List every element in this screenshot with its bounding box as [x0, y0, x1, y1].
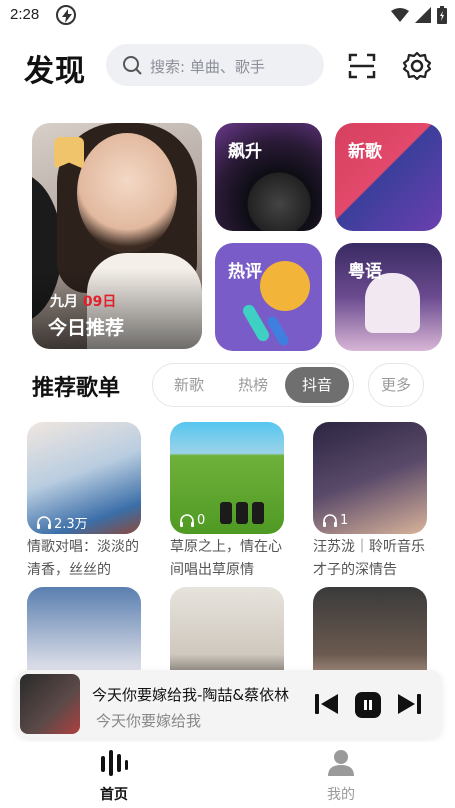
cantonese-label: 粤语 [348, 262, 382, 282]
horse-shape [252, 502, 264, 524]
rising-chart-card[interactable]: 飙升 [215, 123, 322, 231]
play-count: 1 [323, 513, 348, 528]
music-bars-icon [101, 750, 128, 776]
signal-icon [415, 7, 431, 23]
nav-home[interactable]: 首页 [74, 748, 154, 804]
play-count-value: 0 [197, 513, 206, 528]
playlist-title: 草原之上，情在心间唱出草原情 [170, 539, 282, 578]
date-month: 九月 [50, 294, 78, 310]
bar-decoration [265, 314, 291, 348]
now-playing-cover [20, 674, 80, 734]
rising-label: 飙升 [228, 142, 262, 162]
hot-reviews-label: 热评 [228, 262, 262, 282]
nav-mine-label: 我的 [327, 787, 355, 803]
page-title: 发现 [24, 54, 86, 89]
horse-shape [220, 502, 232, 524]
status-time: 2:28 [10, 6, 40, 23]
cover-art [365, 273, 420, 333]
date-day: 09日 [82, 294, 117, 310]
more-button[interactable]: 更多 [368, 363, 424, 407]
pause-icon[interactable] [355, 692, 381, 718]
battery-saver-icon [56, 5, 76, 25]
new-songs-label: 新歌 [348, 142, 382, 162]
nav-mine[interactable]: 我的 [301, 748, 381, 804]
playlist-tabs: 新歌 热榜 抖音 [152, 363, 354, 407]
scan-icon[interactable] [348, 52, 376, 80]
tab-hot-list[interactable]: 热榜 [221, 367, 285, 403]
section-title: 推荐歌单 [32, 376, 121, 401]
cover-face [77, 133, 177, 253]
daily-title: 今日推荐 [48, 317, 125, 339]
battery-icon [437, 6, 447, 24]
headphones-icon [37, 516, 51, 529]
new-songs-card[interactable]: 新歌 [335, 123, 442, 231]
search-bar[interactable]: 搜索: 单曲、歌手 [106, 44, 324, 86]
header: 发现 搜索: 单曲、歌手 [0, 40, 455, 92]
search-placeholder: 搜索: 单曲、歌手 [150, 58, 265, 76]
user-icon [328, 750, 354, 776]
now-playing-lyric: 今天你要嫁给我 [96, 712, 202, 730]
mini-player[interactable]: 今天你要嫁给我-陶喆&蔡依林 今天你要嫁给我 [16, 670, 442, 738]
play-count: 0 [180, 513, 205, 528]
tab-douyin[interactable]: 抖音 [285, 367, 349, 403]
tab-new-songs[interactable]: 新歌 [157, 367, 221, 403]
playlist-title: 汪苏泷｜聆听音乐才子的深情告 [313, 539, 425, 578]
horse-shape [236, 502, 248, 524]
bottom-nav: 首页 我的 [0, 742, 455, 808]
previous-track-icon[interactable] [314, 692, 340, 716]
next-track-icon[interactable] [396, 692, 422, 716]
play-count-value: 1 [340, 513, 349, 528]
cantonese-card[interactable]: 粤语 [335, 243, 442, 351]
sun-decoration [260, 261, 310, 311]
daily-date: 九月 09日 [50, 291, 116, 311]
search-icon [123, 56, 142, 75]
nav-home-label: 首页 [100, 787, 128, 803]
now-playing-title: 今天你要嫁给我-陶喆&蔡依林 [92, 686, 290, 704]
headphones-icon [180, 514, 194, 527]
wifi-icon [391, 8, 409, 22]
playlist-title: 情歌对唱：淡淡的清香，丝丝的 [27, 539, 139, 578]
status-bar: 2:28 [0, 0, 455, 32]
play-count-value: 2.3万 [54, 517, 88, 532]
daily-recommend-card[interactable]: 九月 09日 今日推荐 [32, 123, 202, 349]
play-count: 2.3万 [37, 513, 88, 532]
headphones-icon [323, 514, 337, 527]
settings-gear-icon[interactable] [402, 51, 432, 81]
hot-reviews-card[interactable]: 热评 [215, 243, 322, 351]
